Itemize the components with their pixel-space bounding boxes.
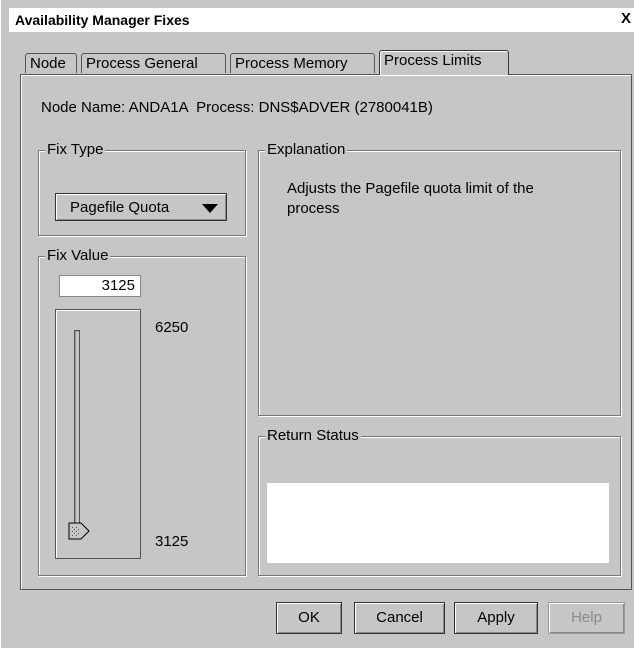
tab-process-limits[interactable]: Process Limits — [379, 50, 509, 75]
tab-process-general[interactable]: Process General — [81, 53, 226, 73]
help-button[interactable]: Help — [548, 602, 625, 634]
fix-value-input[interactable]: 3125 — [59, 275, 141, 297]
node-info: Node Name: ANDA1A Process: DNS$ADVER (27… — [41, 99, 433, 116]
tab-process-memory[interactable]: Process Memory — [230, 53, 375, 73]
fix-type-selected: Pagefile Quota — [70, 199, 170, 216]
slider-min-label: 3125 — [155, 533, 189, 550]
process-value: DNS$ADVER (2780041B) — [258, 99, 433, 116]
fix-type-group: Fix Type Pagefile Quota — [38, 141, 246, 236]
explanation-legend: Explanation — [265, 141, 348, 159]
apply-button[interactable]: Apply — [454, 602, 538, 634]
fixes-window: Availability Manager Fixes X Node Proces… — [0, 0, 634, 648]
fix-type-legend: Fix Type — [45, 141, 106, 159]
return-status-legend: Return Status — [265, 427, 361, 445]
slider-track — [74, 330, 80, 528]
title-bar: Availability Manager Fixes X — [9, 8, 634, 32]
close-icon[interactable]: X — [621, 10, 631, 27]
chevron-down-icon — [202, 204, 218, 213]
fix-value-group: Fix Value 3125 6250 3125 — [38, 247, 246, 576]
dialog-content: Node Process General Process Memory Proc… — [9, 32, 634, 648]
return-status-field — [267, 483, 609, 563]
slider-max-label: 6250 — [155, 319, 189, 336]
cancel-button[interactable]: Cancel — [354, 602, 445, 634]
fix-value-slider[interactable] — [55, 309, 141, 559]
fix-type-select[interactable]: Pagefile Quota — [55, 193, 227, 221]
window-title: Availability Manager Fixes — [15, 12, 190, 28]
explanation-group: Explanation Adjusts the Pagefile quota l… — [258, 141, 621, 416]
return-status-group: Return Status — [258, 427, 621, 576]
node-name-value: ANDA1A — [128, 99, 188, 116]
process-label: Process: — [196, 99, 255, 116]
node-name-label: Node Name: — [41, 99, 126, 116]
fix-value-legend: Fix Value — [45, 247, 111, 265]
explanation-text: Adjusts the Pagefile quota limit of the … — [287, 180, 534, 217]
ok-button[interactable]: OK — [276, 602, 342, 634]
tab-node[interactable]: Node — [25, 53, 77, 73]
slider-thumb[interactable] — [68, 522, 90, 540]
